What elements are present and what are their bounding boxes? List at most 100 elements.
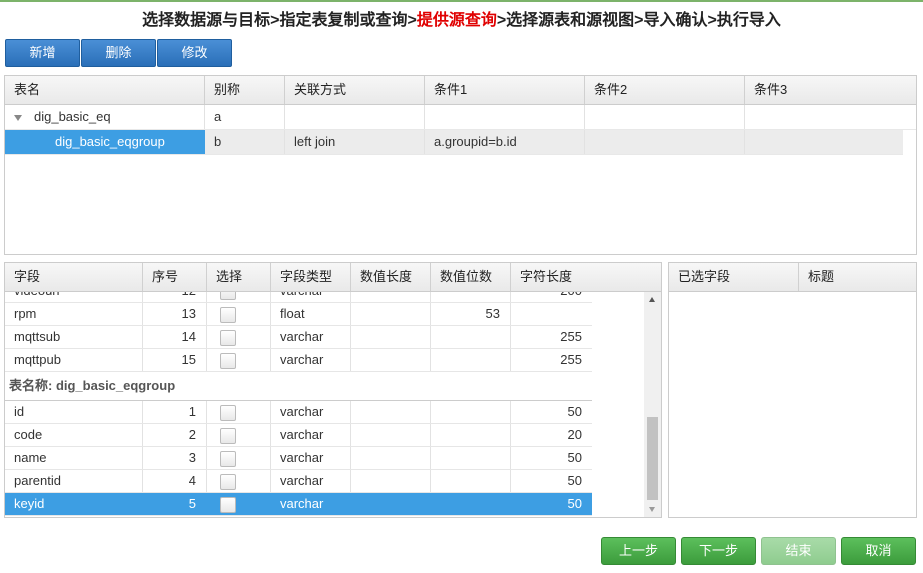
- field-row[interactable]: parentid 4 varchar 50: [5, 470, 592, 493]
- field-type: varchar: [271, 292, 351, 302]
- expand-triangle-icon[interactable]: [14, 114, 22, 121]
- char-length: 50: [567, 473, 582, 488]
- num-length: [351, 401, 431, 423]
- select-checkbox[interactable]: [220, 352, 236, 369]
- field-type: varchar: [271, 493, 351, 515]
- field-name: videourl: [5, 292, 143, 302]
- top-accent-line: [0, 0, 923, 2]
- field-name: name: [5, 447, 143, 469]
- alias: b: [205, 130, 285, 154]
- field-type: varchar: [271, 401, 351, 423]
- join-row[interactable]: dig_basic_eq a: [5, 105, 916, 130]
- col-char-length[interactable]: 字符长度: [511, 263, 661, 291]
- col-seq[interactable]: 序号: [143, 263, 207, 291]
- select-checkbox[interactable]: [220, 292, 236, 300]
- field-row[interactable]: mqttsub 14 varchar 255: [5, 326, 592, 349]
- num-length: [351, 292, 431, 302]
- col-selected-field[interactable]: 已选字段: [669, 263, 799, 291]
- join-grid: 表名 别称 关联方式 条件1 条件2 条件3 dig_basic_eq a di…: [4, 75, 917, 255]
- select-checkbox[interactable]: [220, 329, 236, 346]
- num-decimals: [431, 326, 511, 348]
- field-type: float: [271, 303, 351, 325]
- current-step: 提供源查询: [416, 12, 497, 29]
- selected-fields-grid: 已选字段 标题: [668, 262, 917, 518]
- cond2: [585, 130, 745, 154]
- char-length: 200: [511, 292, 592, 302]
- next-step-button[interactable]: 下一步: [681, 537, 756, 565]
- char-length: 50: [567, 496, 582, 511]
- col-cond3[interactable]: 条件3: [745, 76, 916, 104]
- field-seq: 2: [143, 424, 207, 446]
- num-length: [351, 493, 431, 515]
- field-seq: 15: [143, 349, 207, 371]
- field-type: varchar: [271, 349, 351, 371]
- col-num-decimals[interactable]: 数值位数: [431, 263, 511, 291]
- field-row[interactable]: mqttpub 15 varchar 255: [5, 349, 592, 372]
- num-length: [351, 447, 431, 469]
- field-row[interactable]: code 2 varchar 20: [5, 424, 592, 447]
- finish-button[interactable]: 结束: [761, 537, 836, 565]
- num-length: [351, 424, 431, 446]
- steps-prefix: 选择数据源与目标>指定表复制或查询>: [142, 12, 417, 29]
- field-grid: 字段 序号 选择 字段类型 数值长度 数值位数 字符长度 videourl 12…: [4, 262, 662, 518]
- col-cond1[interactable]: 条件1: [425, 76, 585, 104]
- cond3: [745, 105, 916, 129]
- steps-suffix: >选择源表和源视图>导入确认>执行导入: [496, 12, 781, 29]
- join-row[interactable]: dig_basic_eqgroup b left join a.groupid=…: [5, 130, 903, 155]
- col-num-length[interactable]: 数值长度: [351, 263, 431, 291]
- field-row[interactable]: name 3 varchar 50: [5, 447, 592, 470]
- field-row[interactable]: id 1 varchar 50: [5, 401, 592, 424]
- num-decimals: [431, 401, 511, 423]
- num-decimals: [431, 447, 511, 469]
- field-grid-header: 字段 序号 选择 字段类型 数值长度 数值位数 字符长度: [5, 263, 661, 292]
- add-button[interactable]: 新增: [5, 39, 80, 67]
- field-type: varchar: [271, 424, 351, 446]
- select-checkbox[interactable]: [220, 427, 236, 444]
- col-title[interactable]: 标题: [799, 263, 916, 291]
- col-field[interactable]: 字段: [5, 263, 143, 291]
- num-decimals: [431, 493, 511, 515]
- table-name: dig_basic_eq: [34, 109, 111, 124]
- field-row-selected[interactable]: keyid 5 varchar 50: [5, 493, 592, 516]
- field-name: keyid: [5, 493, 143, 515]
- num-decimals: [431, 292, 511, 302]
- field-name: parentid: [5, 470, 143, 492]
- delete-button[interactable]: 删除: [81, 39, 156, 67]
- select-checkbox[interactable]: [220, 306, 236, 323]
- field-grid-scrollbar[interactable]: [644, 292, 661, 517]
- char-length: [511, 303, 592, 325]
- join-grid-header: 表名 别称 关联方式 条件1 条件2 条件3: [5, 76, 916, 105]
- select-checkbox[interactable]: [220, 473, 236, 490]
- scroll-thumb[interactable]: [647, 417, 658, 500]
- col-field-type[interactable]: 字段类型: [271, 263, 351, 291]
- col-cond2[interactable]: 条件2: [585, 76, 745, 104]
- field-name: mqttpub: [5, 349, 143, 371]
- scroll-up-arrow-icon[interactable]: [649, 297, 655, 302]
- select-checkbox[interactable]: [220, 450, 236, 467]
- field-name: id: [5, 401, 143, 423]
- field-row[interactable]: rpm 13 float 53: [5, 303, 592, 326]
- cancel-button[interactable]: 取消: [841, 537, 916, 565]
- cond3: [745, 130, 903, 154]
- field-row[interactable]: videourl 12 varchar 200: [5, 292, 592, 303]
- num-length: [351, 326, 431, 348]
- join-type: [285, 105, 425, 129]
- field-seq: 14: [143, 326, 207, 348]
- field-seq: 13: [143, 303, 207, 325]
- col-alias[interactable]: 别称: [205, 76, 285, 104]
- char-length: 50: [567, 450, 582, 465]
- select-checkbox[interactable]: [220, 404, 236, 421]
- field-type: varchar: [271, 470, 351, 492]
- join-type: left join: [285, 130, 425, 154]
- char-length: 20: [567, 427, 582, 442]
- select-checkbox[interactable]: [220, 496, 236, 513]
- field-grid-body: videourl 12 varchar 200 rpm 13 float 53 …: [5, 292, 592, 517]
- col-join-type[interactable]: 关联方式: [285, 76, 425, 104]
- col-select[interactable]: 选择: [207, 263, 271, 291]
- selected-grid-header: 已选字段 标题: [669, 263, 916, 292]
- col-table-name[interactable]: 表名: [5, 76, 205, 104]
- num-decimals: [431, 424, 511, 446]
- prev-step-button[interactable]: 上一步: [601, 537, 676, 565]
- scroll-down-arrow-icon[interactable]: [649, 507, 655, 512]
- edit-button[interactable]: 修改: [157, 39, 232, 67]
